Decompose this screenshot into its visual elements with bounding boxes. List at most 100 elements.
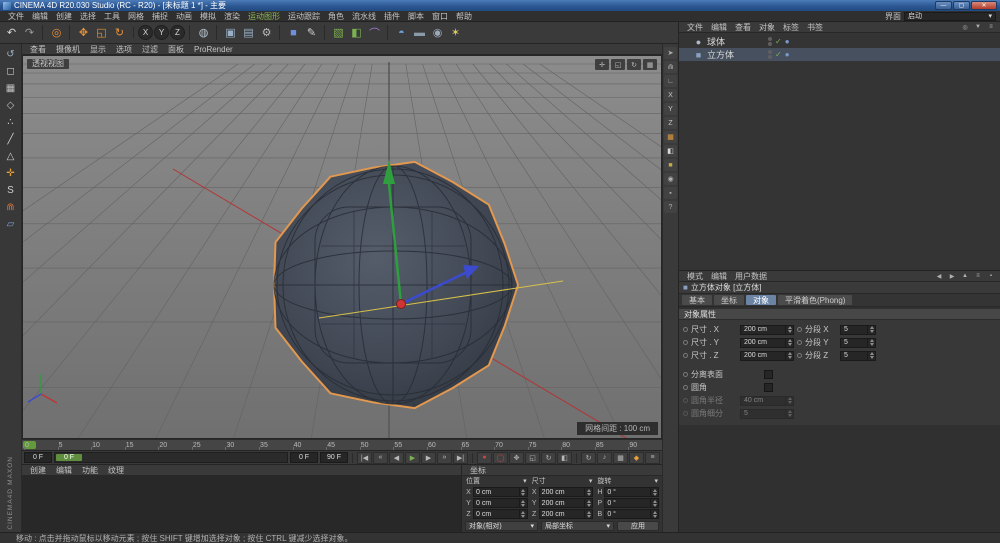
menu-item[interactable]: 纹理 (104, 465, 128, 476)
size-input[interactable]: 200 cm (740, 351, 794, 361)
coordinate-input[interactable]: 0 ° (604, 498, 659, 508)
start-frame-field[interactable]: 0 F (290, 452, 318, 463)
stepper[interactable] (785, 352, 792, 360)
menu-item[interactable]: 创建 (52, 11, 76, 22)
anim-dot-icon[interactable] (683, 385, 688, 390)
keyframe-palette-icon[interactable]: ◆ (629, 452, 644, 464)
axis-z-lock-button[interactable]: Z (170, 25, 185, 40)
timeline-tick[interactable]: 45 (326, 440, 360, 450)
enable-toggle-icon[interactable]: ✓ (775, 37, 782, 46)
menu-item[interactable]: 文件 (4, 11, 28, 22)
make-editable-icon[interactable]: ↺ (2, 46, 19, 62)
points-mode-icon[interactable]: ∴ (2, 114, 19, 130)
goto-end-button[interactable]: ▶| (453, 452, 468, 464)
deformer-icon[interactable]: ⌒ (366, 24, 383, 41)
nav-up-icon[interactable]: ▲ (960, 272, 970, 281)
axis-z-icon[interactable]: Z (664, 117, 677, 129)
menu-item[interactable]: 运动跟踪 (284, 11, 324, 22)
enable-axis-icon[interactable]: ✛ (2, 165, 19, 181)
timeline-tick[interactable]: 35 (259, 440, 293, 450)
timeline-tick[interactable]: 85 (595, 440, 629, 450)
coordinate-space-dropdown[interactable]: 局部坐标▾ (541, 521, 614, 531)
timeline-tick[interactable]: 10 (91, 440, 125, 450)
timeline-tick[interactable]: 20 (158, 440, 192, 450)
coordinates-tab[interactable]: 坐标 (466, 465, 490, 476)
floor-icon[interactable]: ▬ (411, 24, 428, 41)
anim-dot-icon[interactable] (683, 353, 688, 358)
live-selection-icon[interactable]: ◎ (48, 24, 65, 41)
checkbox[interactable] (764, 383, 773, 392)
render-view-icon[interactable]: ▣ (222, 24, 239, 41)
menu-item[interactable]: 显示 (86, 44, 110, 55)
coordinate-input[interactable]: 200 cm (539, 487, 594, 497)
coordinate-input[interactable]: 0 cm (473, 498, 528, 508)
workplane-icon[interactable]: ▱ (2, 216, 19, 232)
menu-item[interactable]: 角色 (324, 11, 348, 22)
timeline-tick[interactable]: 75 (528, 440, 562, 450)
stepper[interactable] (785, 397, 792, 405)
menu-item[interactable]: 渲染 (220, 11, 244, 22)
gradient-swatch-icon[interactable]: ◧ (664, 145, 677, 157)
menu-item[interactable]: 对象 (755, 22, 779, 33)
chevron-down-icon[interactable]: ▾ (655, 478, 659, 486)
texture-mode-icon[interactable]: ▦ (2, 80, 19, 96)
timeline-tick[interactable]: 5 (58, 440, 92, 450)
phong-tag-icon[interactable]: ● (785, 37, 790, 46)
timeline-ruler[interactable]: 0 5 10 15 20 25 30 35 40 45 50 55 60 65 … (22, 439, 662, 450)
stepper[interactable] (785, 326, 792, 334)
stepper[interactable] (584, 499, 591, 507)
timeline-tick[interactable]: 30 (225, 440, 259, 450)
menu-item[interactable]: 选项 (112, 44, 136, 55)
menu-item[interactable]: 用户数据 (731, 271, 771, 282)
play-button[interactable]: ▶ (405, 452, 420, 464)
pan-view-icon[interactable]: ✛ (595, 59, 609, 70)
menu-item[interactable]: 查看 (26, 44, 50, 55)
next-frame-button[interactable]: ▶ (421, 452, 436, 464)
timeline-tick[interactable]: 80 (561, 440, 595, 450)
stepper[interactable] (650, 510, 657, 518)
snap-icon[interactable]: ⋒ (2, 199, 19, 215)
menu-item[interactable]: 编辑 (52, 465, 76, 476)
coordinate-input[interactable]: 200 cm (539, 498, 594, 508)
menu-item[interactable]: 动画 (172, 11, 196, 22)
layout-dropdown[interactable]: 启动 ▾ (904, 12, 996, 21)
axis-x-icon[interactable]: X (664, 89, 677, 101)
value-input[interactable]: 40 cm (740, 396, 794, 406)
stepper[interactable] (519, 499, 526, 507)
lock-icon[interactable]: ▪ (986, 272, 996, 281)
color-swatch-icon[interactable]: ■ (664, 159, 677, 171)
rotate-icon[interactable]: ↻ (111, 24, 128, 41)
stepper[interactable] (584, 510, 591, 518)
zoom-view-icon[interactable]: ◱ (611, 59, 625, 70)
timeline-tick[interactable]: 60 (427, 440, 461, 450)
search-icon[interactable]: ◎ (960, 23, 970, 32)
polygons-mode-icon[interactable]: △ (2, 148, 19, 164)
coordinate-input[interactable]: 0 ° (604, 487, 659, 497)
menu-item[interactable]: 捕捉 (148, 11, 172, 22)
size-input[interactable]: 200 cm (740, 338, 794, 348)
menu-item[interactable]: 功能 (78, 465, 102, 476)
timeline-tick[interactable]: 15 (125, 440, 159, 450)
minimize-button[interactable]: — (935, 1, 952, 10)
anim-dot-icon[interactable] (683, 340, 688, 345)
render-settings-icon[interactable]: ⚙ (258, 24, 275, 41)
redo-icon[interactable]: ↷ (21, 24, 38, 41)
menu-item[interactable]: 工具 (100, 11, 124, 22)
axis-y-lock-button[interactable]: Y (154, 25, 169, 40)
next-key-button[interactable]: » (437, 452, 452, 464)
axis-x-lock-button[interactable]: X (138, 25, 153, 40)
object-row[interactable]: ■ 立方体 ✓ ● (679, 48, 1000, 61)
timeline-tick[interactable]: 55 (393, 440, 427, 450)
menu-item[interactable]: 流水线 (348, 11, 380, 22)
attribute-tab[interactable]: 平滑着色(Phong) (778, 295, 852, 305)
coordinate-input[interactable]: 0 ° (604, 509, 659, 519)
object-row[interactable]: ● 球体 ✓ ● (679, 35, 1000, 48)
menu-item[interactable]: 文件 (683, 22, 707, 33)
sound-icon[interactable]: ♪ (597, 452, 612, 464)
menu-item[interactable]: 面板 (164, 44, 188, 55)
coordinate-input[interactable]: 0 cm (473, 487, 528, 497)
lock-view-icon[interactable]: ▪ (664, 187, 677, 199)
add-cube-icon[interactable]: ■ (285, 24, 302, 41)
menu-item[interactable]: 编辑 (28, 11, 52, 22)
menu-item[interactable]: 脚本 (404, 11, 428, 22)
